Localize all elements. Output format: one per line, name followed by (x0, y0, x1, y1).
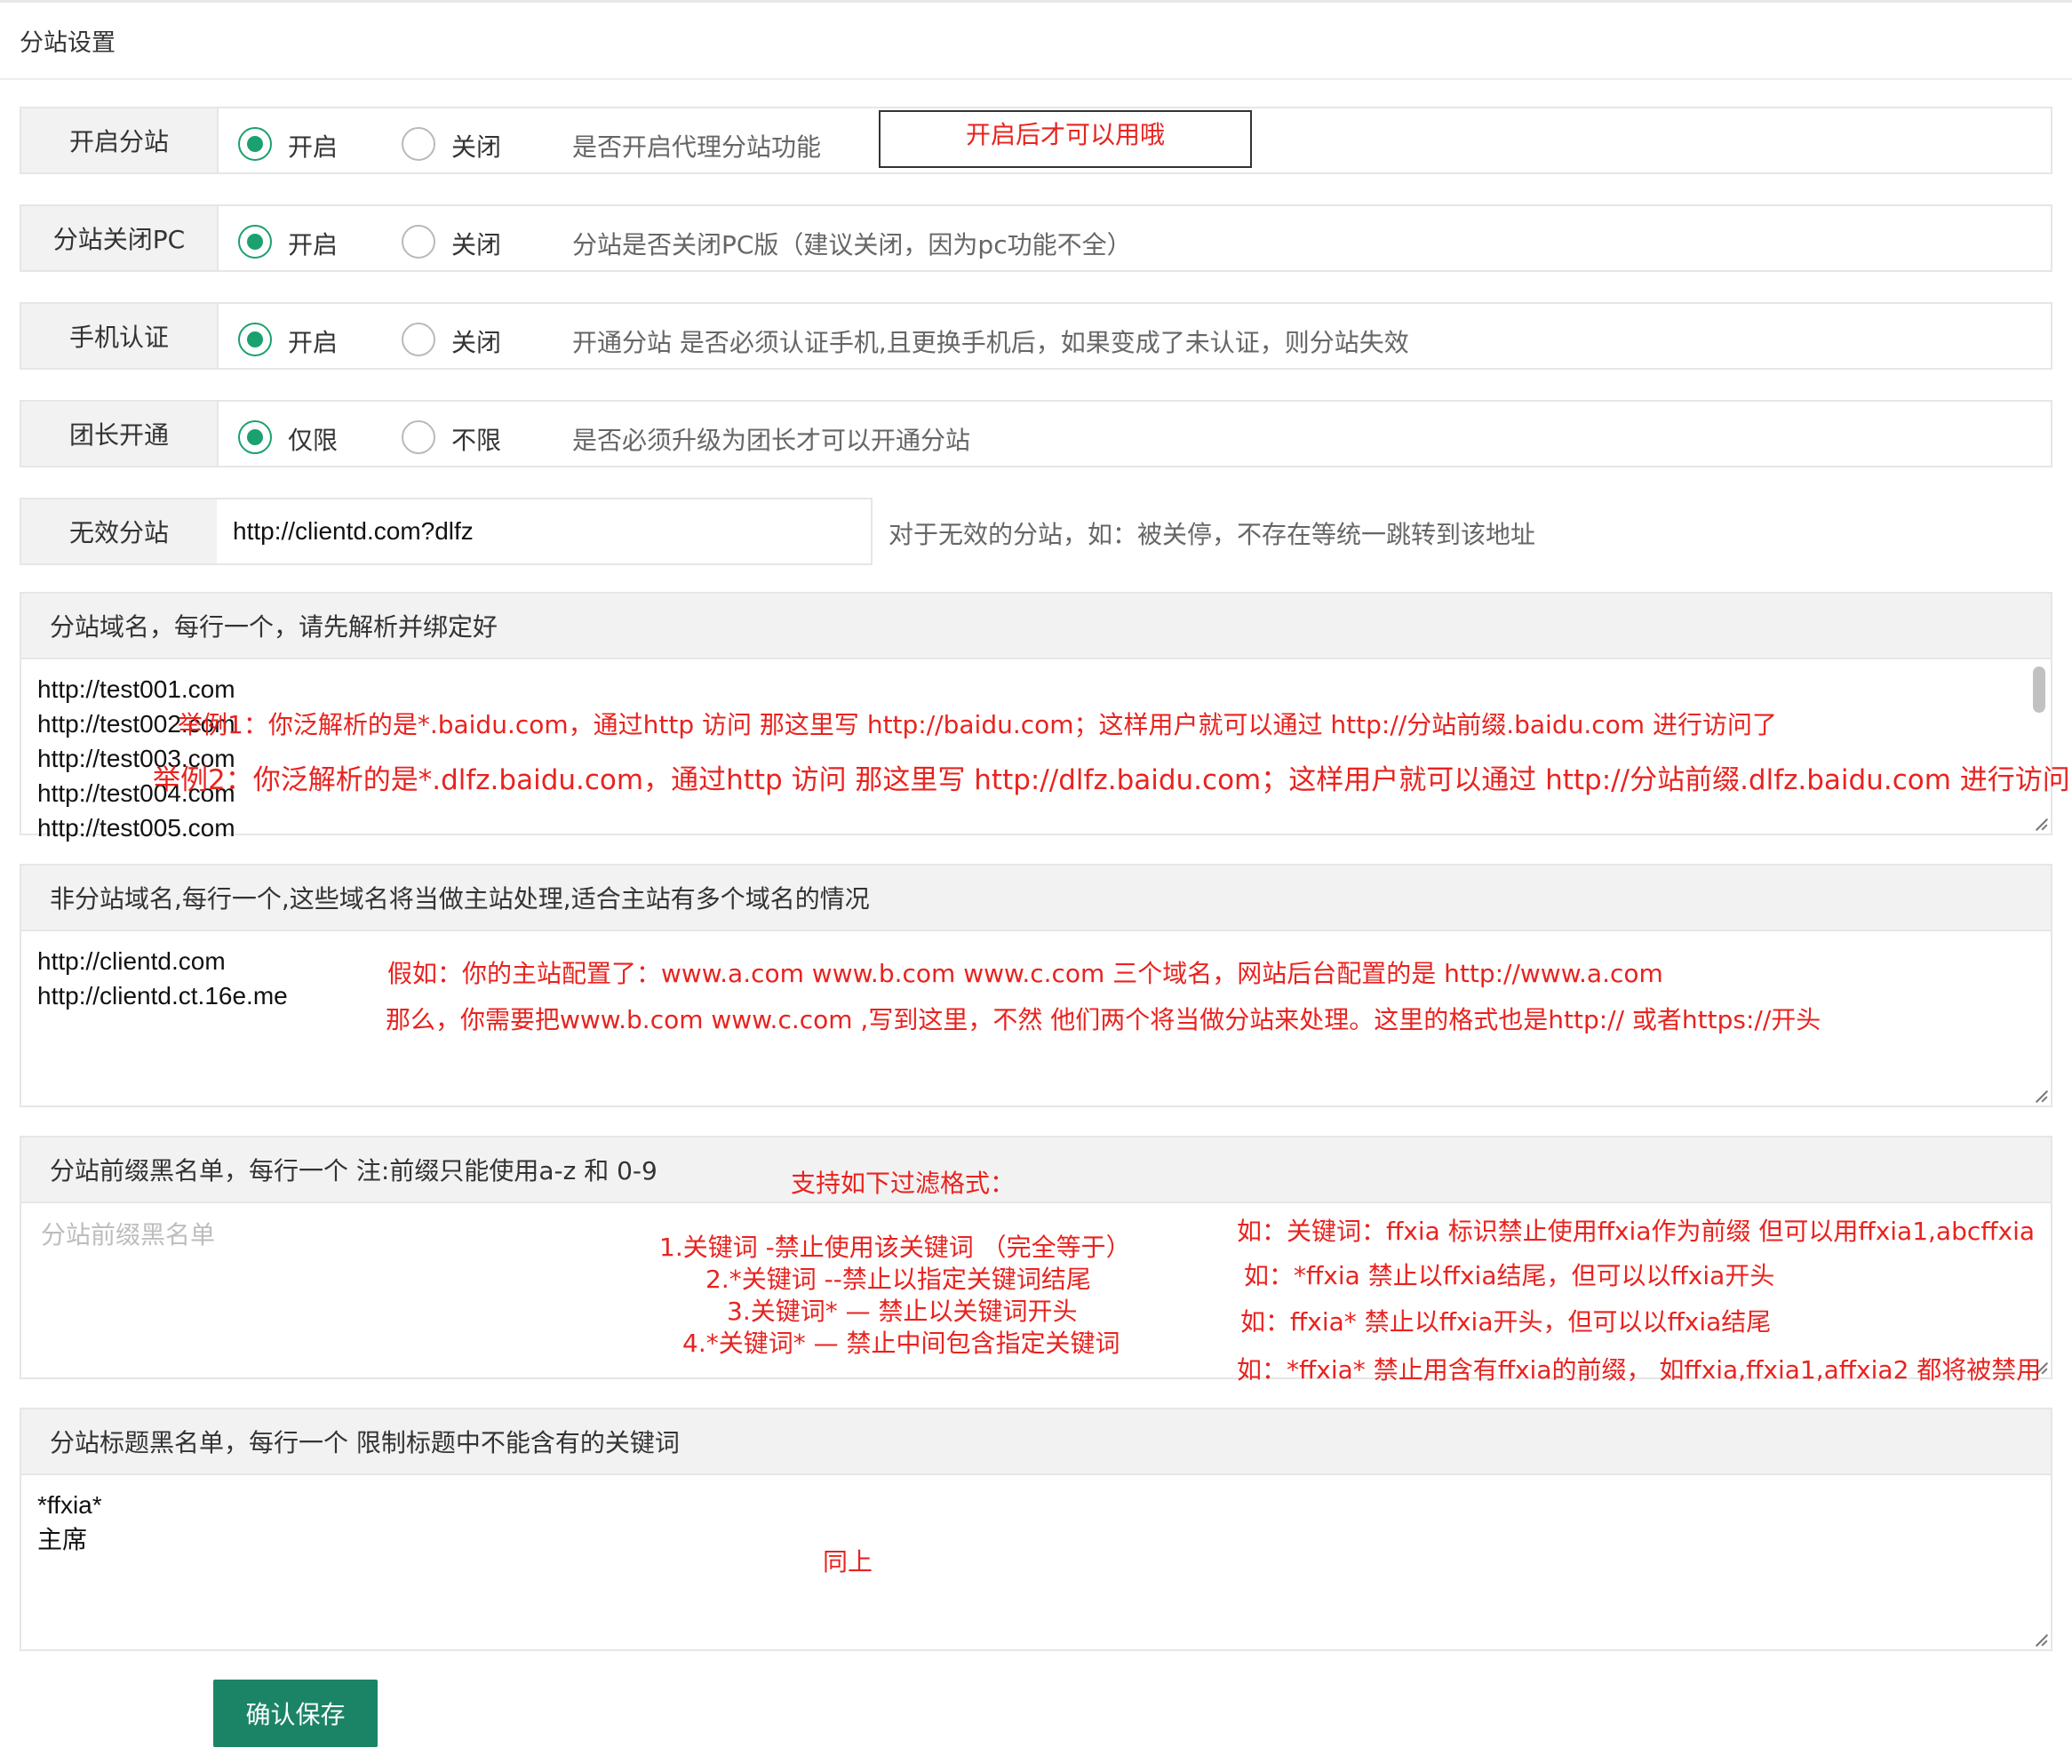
row-label: 无效分站 (21, 499, 219, 563)
title-divider (0, 78, 2072, 80)
prefix-blacklist-placeholder: 分站前缀黑名单 (41, 1220, 216, 1249)
setting-row-phone-verify: 手机认证 开启 关闭 开通分站 是否必须认证手机,且更换手机后，如果变成了未认证… (20, 302, 2052, 370)
setting-row-invalid-site: 无效分站 (20, 498, 873, 565)
radio-on[interactable] (238, 420, 272, 454)
resize-handle-icon[interactable] (2035, 1090, 2047, 1102)
resize-handle-icon[interactable] (2035, 818, 2047, 830)
radio-label-on[interactable]: 仅限 (288, 421, 338, 457)
row-label: 团长开通 (21, 402, 219, 466)
annotation-example-b: 如：*ffxia 禁止以ffxia结尾，但可以以ffxia开头 (1244, 1261, 1775, 1290)
title-blacklist-text[interactable]: *ffxia* 主席 (37, 1488, 102, 1557)
setting-row-leader-only: 团长开通 仅限 不限 是否必须升级为团长才可以开通分站 (20, 400, 2052, 467)
annotation-rule-1: 1.关键词 -禁止使用该关键词 （完全等于） (659, 1233, 1131, 1262)
invalid-site-tip: 对于无效的分站，如：被关停，不存在等统一跳转到该地址 (889, 520, 1536, 549)
radio-on[interactable] (238, 127, 272, 161)
annotation-main-site-1: 假如：你的主站配置了：www.a.com www.b.com www.c.com… (387, 959, 1663, 988)
annotation-example-a: 如：关键词：ffxia 标识禁止使用ffxia作为前缀 但可以用ffxia1,a… (1237, 1217, 2036, 1246)
panel-header: 分站标题黑名单，每行一个 限制标题中不能含有的关键词 (21, 1409, 2051, 1475)
row-tip: 开通分站 是否必须认证手机,且更换手机后，如果变成了未认证，则分站失效 (572, 328, 1409, 357)
radio-on[interactable] (238, 225, 272, 259)
panel-header: 分站前缀黑名单，每行一个 注:前缀只能使用a-z 和 0-9 (21, 1137, 2051, 1203)
resize-handle-icon[interactable] (2035, 1633, 2047, 1646)
setting-row-close-pc: 分站关闭PC 开启 关闭 分站是否关闭PC版（建议关闭，因为pc功能不全） (20, 204, 2052, 272)
annotation-example-1: 举例1：你泛解析的是*.baidu.com，通过http 访问 那这里写 htt… (178, 710, 1777, 739)
annotation-text: 开启后才可以用哦 (965, 120, 1165, 149)
annotation-same-as-above: 同上 (823, 1547, 873, 1576)
non-site-domains-text[interactable]: http://clientd.com http://clientd.ct.16e… (37, 944, 288, 1013)
row-label: 分站关闭PC (21, 206, 219, 270)
row-label: 开启分站 (21, 108, 219, 172)
annotation-example-c: 如：ffxia* 禁止以ffxia开头，但可以以ffxia结尾 (1240, 1307, 1772, 1337)
panel-header: 分站域名，每行一个，请先解析并绑定好 (21, 594, 2051, 659)
radio-off[interactable] (402, 420, 435, 454)
top-border (0, 0, 2072, 3)
annotation-rule-2: 2.*关键词 --禁止以指定关键词结尾 (705, 1265, 1091, 1294)
setting-row-enable-substation: 开启分站 开启 关闭 是否开启代理分站功能 开启后才可以用哦 (20, 107, 2052, 174)
row-tip: 是否开启代理分站功能 (572, 132, 822, 162)
row-label: 手机认证 (21, 304, 219, 368)
panel-title-blacklist: 分站标题黑名单，每行一个 限制标题中不能含有的关键词 *ffxia* 主席 (20, 1408, 2052, 1651)
radio-label-off[interactable]: 关闭 (451, 323, 501, 359)
annotation-filter-title: 支持如下过滤格式： (791, 1169, 1016, 1198)
annotation-rule-3: 3.关键词* — 禁止以关键词开头 (727, 1297, 1078, 1326)
row-tip: 是否必须升级为团长才可以开通分站 (572, 426, 971, 455)
domains-textarea[interactable]: http://test001.com http://test002.com ht… (21, 659, 2051, 842)
radio-off[interactable] (402, 225, 435, 259)
scrollbar-thumb[interactable] (2033, 666, 2045, 713)
title-blacklist-textarea[interactable]: *ffxia* 主席 (21, 1475, 2051, 1649)
page-title: 分站设置 (20, 29, 116, 57)
radio-off[interactable] (402, 323, 435, 356)
save-button[interactable]: 确认保存 (213, 1680, 378, 1747)
radio-label-off[interactable]: 关闭 (451, 128, 501, 164)
radio-off[interactable] (402, 127, 435, 161)
row-tip: 分站是否关闭PC版（建议关闭，因为pc功能不全） (572, 230, 1132, 259)
annotation-rule-4: 4.*关键词* — 禁止中间包含指定关键词 (682, 1329, 1120, 1358)
radio-label-on[interactable]: 开启 (288, 128, 338, 164)
radio-label-on[interactable]: 开启 (288, 323, 338, 359)
panel-header: 非分站域名,每行一个,这些域名将当做主站处理,适合主站有多个域名的情况 (21, 866, 2051, 931)
radio-label-on[interactable]: 开启 (288, 226, 338, 261)
annotation-example-2: 举例2：你泛解析的是*.dlfz.baidu.com，通过http 访问 那这里… (153, 764, 2072, 796)
radio-label-off[interactable]: 关闭 (451, 226, 501, 261)
radio-on[interactable] (238, 323, 272, 356)
annotation-main-site-2: 那么，你需要把www.b.com www.c.com ,写到这里，不然 他们两个… (386, 1005, 1821, 1034)
annotation-example-d: 如：*ffxia* 禁止用含有ffxia的前缀， 如ffxia,ffxia1,a… (1237, 1355, 2042, 1385)
annotation-box: 开启后才可以用哦 (879, 110, 1252, 168)
invalid-site-input[interactable] (217, 499, 871, 563)
radio-label-off[interactable]: 不限 (451, 421, 501, 457)
